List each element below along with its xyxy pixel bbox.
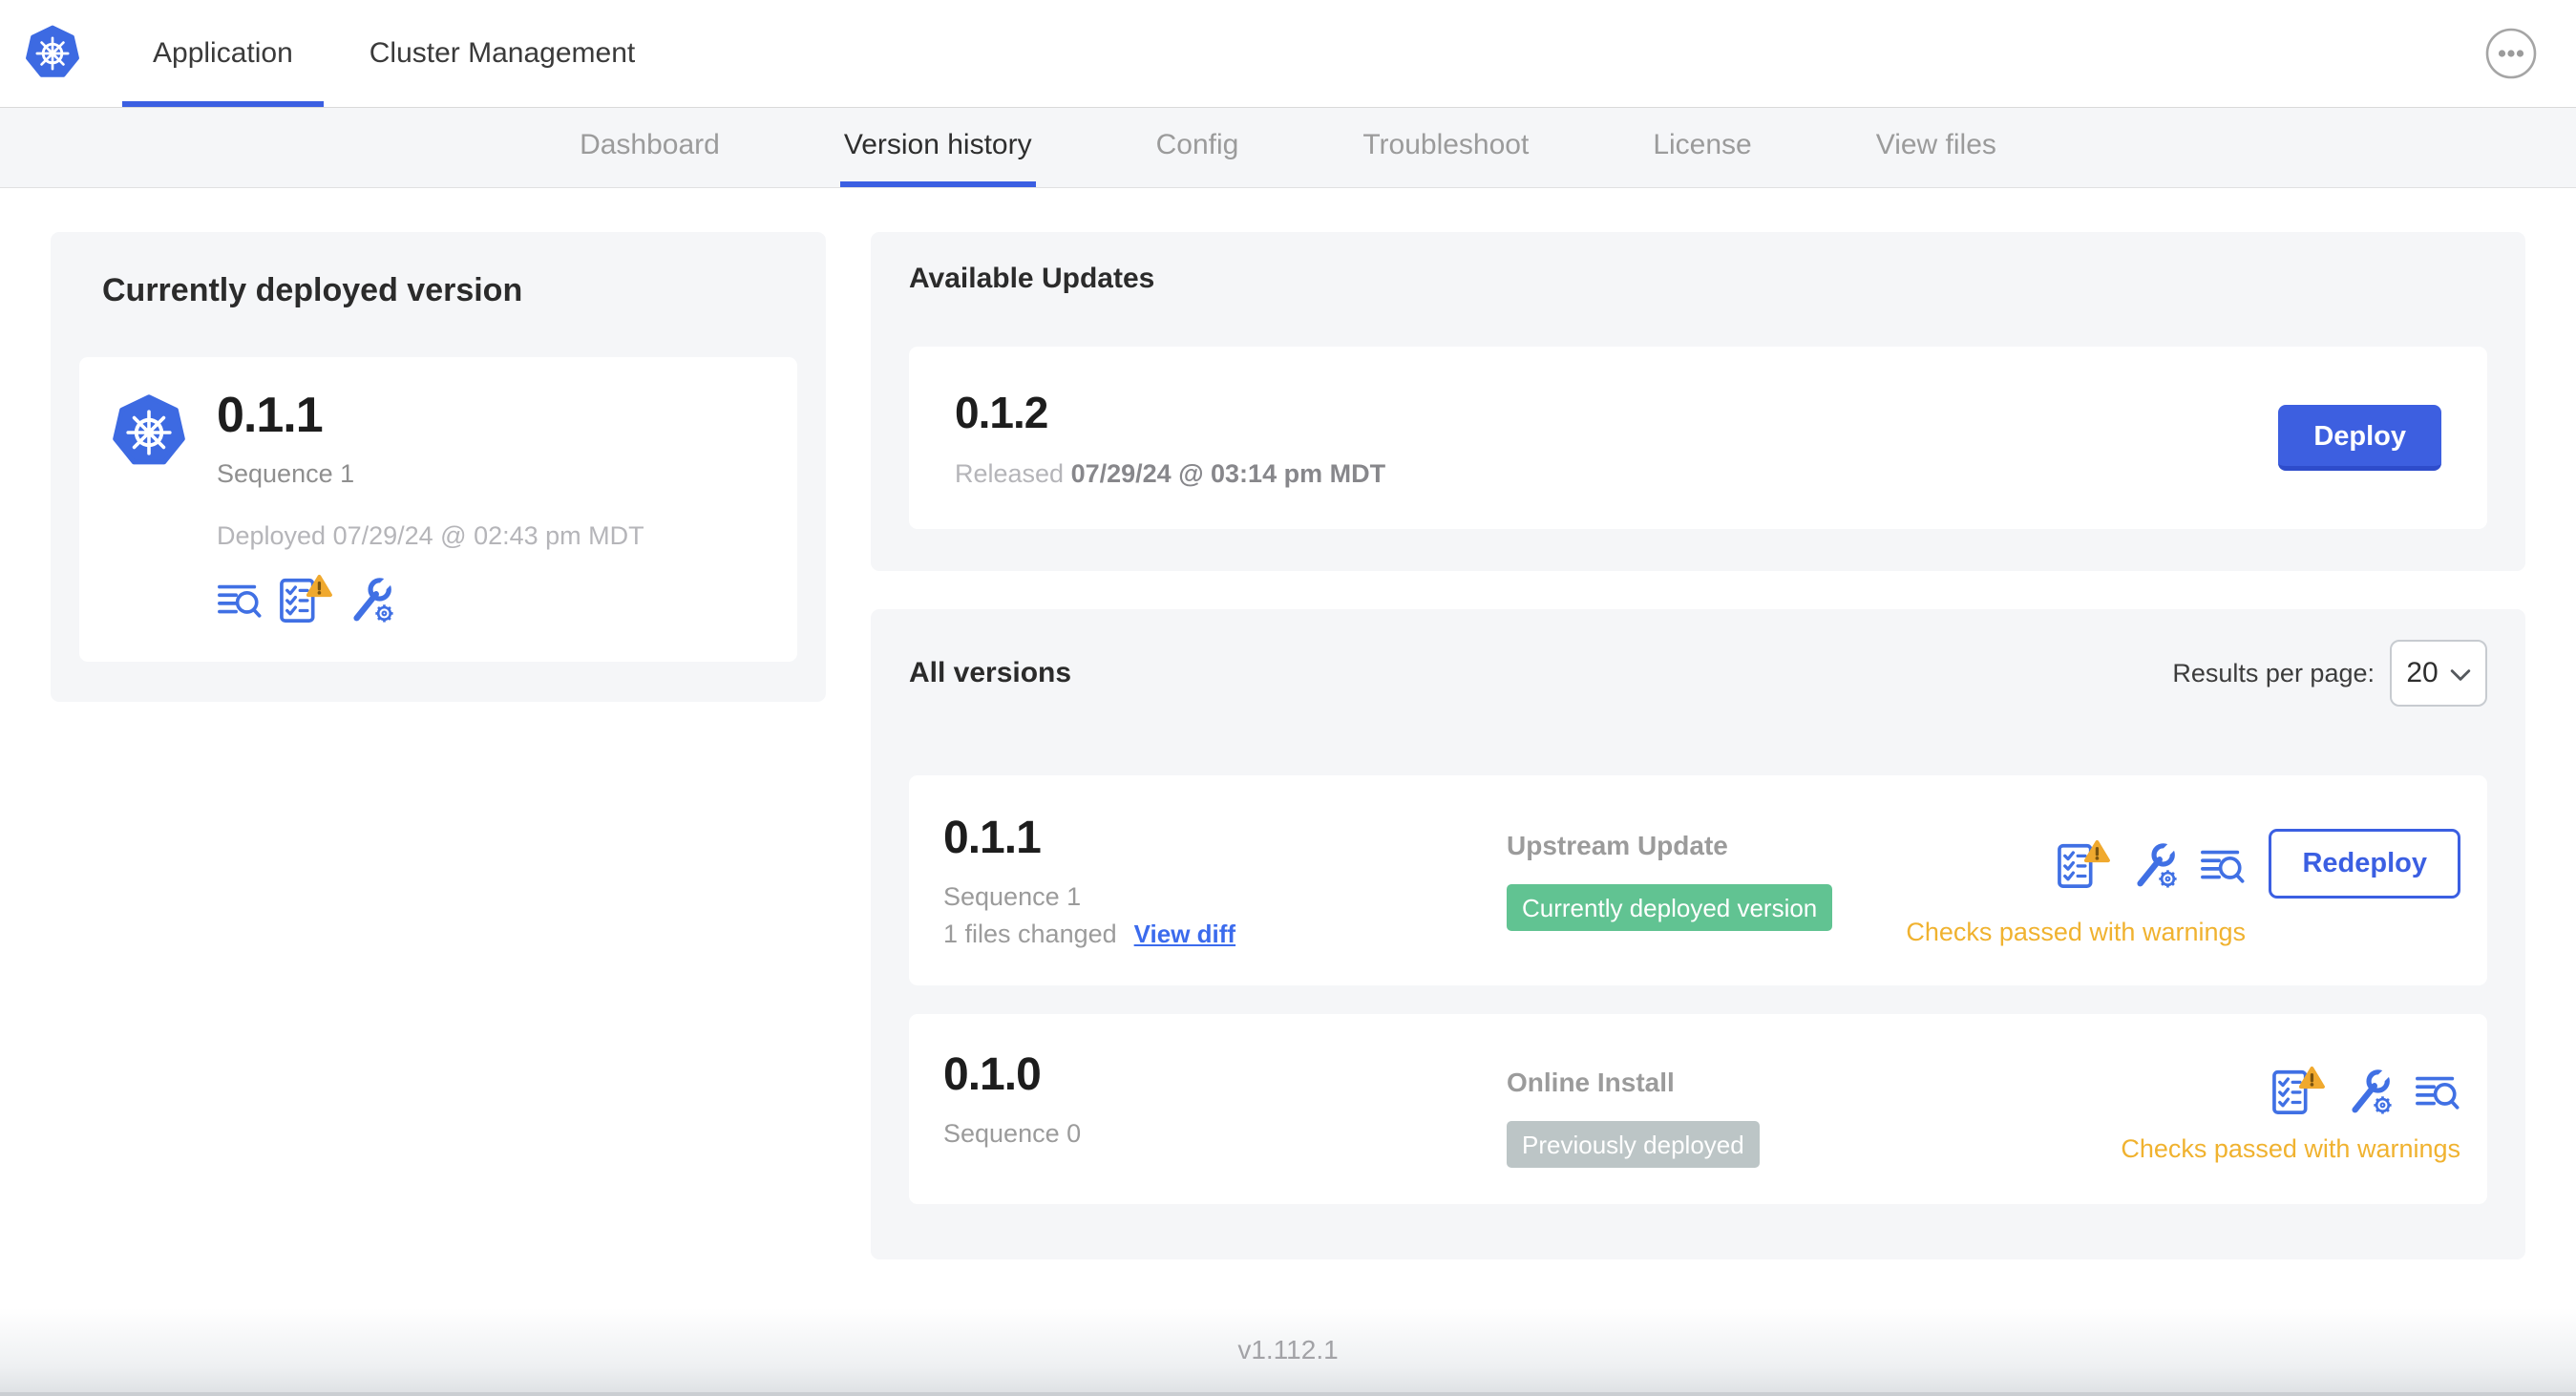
deployed-version-number: 0.1.1 [217,388,324,443]
row-sequence: Sequence 1 [943,882,1082,911]
preflight-checks-warning-icon[interactable] [278,574,332,624]
row-version-number: 0.1.0 [943,1049,1042,1100]
currently-deployed-title: Currently deployed version [102,272,523,308]
chevron-down-icon [2450,657,2471,689]
tab-cluster-management[interactable]: Cluster Management [331,0,673,107]
available-updates-card: Available Updates 0.1.2 Released 07/29/2… [871,232,2525,571]
tab-version-history[interactable]: Version history [839,108,1036,187]
release-notes-icon[interactable] [217,578,263,624]
all-versions-title: All versions [909,657,1072,688]
row-source-label: Online Install [1507,1068,1675,1097]
results-per-page-label: Results per page: [2172,658,2375,687]
config-icon[interactable] [2346,1068,2394,1115]
config-icon[interactable] [2131,841,2179,889]
tab-view-files[interactable]: View files [1872,108,2000,187]
release-notes-icon[interactable] [2200,843,2246,889]
deployment-status-badge: Currently deployed version [1507,884,1833,931]
row-sequence: Sequence 0 [943,1119,1082,1148]
view-diff-link[interactable]: View diff [1134,920,1235,949]
deployed-timestamp: Deployed 07/29/24 @ 02:43 pm MDT [217,520,644,550]
deployment-status-badge: Previously deployed [1507,1121,1760,1168]
main-content: Currently deployed version 0.1.1 Sequenc… [0,188,2576,1259]
results-per-page-select[interactable]: 20 [2390,640,2487,707]
page-footer: v1.112.1 [0,1308,2576,1396]
deploy-button[interactable]: Deploy [2278,405,2441,471]
preflight-checks-warning-icon[interactable] [2056,839,2111,889]
update-released-timestamp: Released 07/29/24 @ 03:14 pm MDT [955,459,1386,488]
preflight-checks-warning-icon[interactable] [2270,1066,2325,1115]
app-tabs: Application Cluster Management [115,0,673,107]
tab-config[interactable]: Config [1152,108,1243,187]
all-versions-card: All versions Results per page: 20 0.1.1 [871,609,2525,1259]
release-notes-icon[interactable] [2415,1069,2460,1115]
available-update-row: 0.1.2 Released 07/29/24 @ 03:14 pm MDT D… [909,347,2487,529]
row-files-changed: 1 files changed [943,920,1117,948]
available-updates-title: Available Updates [909,263,1155,294]
update-version-number: 0.1.2 [955,388,1048,437]
version-row: 0.1.0 Sequence 0 Online Install Previous… [909,1014,2487,1204]
tab-troubleshoot[interactable]: Troubleshoot [1359,108,1532,187]
redeploy-button[interactable]: Redeploy [2269,829,2460,899]
admin-console-version: v1.112.1 [1237,1335,1339,1364]
preflight-status-text: Checks passed with warnings [1906,918,2246,946]
row-source-label: Upstream Update [1507,831,1728,860]
tab-dashboard[interactable]: Dashboard [576,108,724,187]
tab-license[interactable]: License [1649,108,1755,187]
app-subnav: Dashboard Version history Config Trouble… [0,108,2576,188]
overflow-menu-button[interactable] [2484,27,2538,80]
top-bar: Application Cluster Management [0,0,2576,108]
currently-deployed-version-card: 0.1.1 Sequence 1 Deployed 07/29/24 @ 02:… [79,357,797,662]
kubernetes-app-icon [112,393,186,472]
version-row: 0.1.1 Sequence 1 1 files changed View di… [909,775,2487,985]
preflight-status-text: Checks passed with warnings [2121,1134,2460,1163]
config-icon[interactable] [348,576,395,624]
currently-deployed-card: Currently deployed version 0.1.1 Sequenc… [51,232,826,702]
row-version-number: 0.1.1 [943,813,1042,863]
tab-application[interactable]: Application [115,0,331,107]
deployed-sequence: Sequence 1 [217,458,355,488]
kubernetes-logo-icon [25,25,80,82]
ellipsis-icon [2484,28,2538,83]
